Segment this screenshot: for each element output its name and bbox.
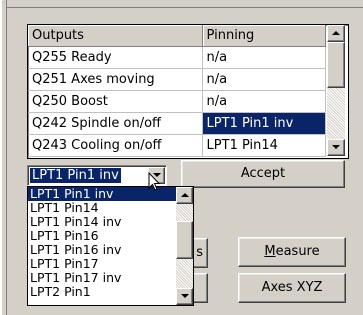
- dialog-window: Outputs Pinning Q255 Ready n/a Q251 Axes…: [0, 0, 363, 315]
- table-row[interactable]: Q243 Cooling on/off LPT1 Pin14: [28, 134, 327, 157]
- dropdown-scroll-up-button[interactable]: [176, 187, 193, 204]
- mouse-pointer-icon: [148, 172, 161, 191]
- table-row[interactable]: Q250 Boost n/a: [28, 90, 327, 113]
- pinning-dropdown-list[interactable]: LPT1 Pin1 inv LPT1 Pin14 LPT1 Pin14 inv …: [27, 186, 194, 306]
- cell-output[interactable]: Q243 Cooling on/off: [28, 134, 203, 157]
- cell-pinning[interactable]: n/a: [202, 46, 327, 69]
- left-edge: [0, 0, 2, 315]
- pinning-combo[interactable]: LPT1 Pin1 inv: [27, 165, 167, 186]
- table-scroll-down-button[interactable]: [327, 139, 345, 156]
- table-row[interactable]: Q251 Axes moving n/a: [28, 68, 327, 91]
- list-item[interactable]: LPT1 Pin1 inv: [28, 187, 193, 201]
- dropdown-scroll-thumb[interactable]: [176, 221, 193, 259]
- cell-pinning[interactable]: LPT1 Pin14: [202, 134, 327, 157]
- cell-output[interactable]: Q251 Axes moving: [28, 68, 203, 91]
- arrow-down-icon: [181, 294, 189, 298]
- header-pinning[interactable]: Pinning: [202, 25, 327, 47]
- accept-button[interactable]: Accept: [181, 160, 345, 188]
- table-row[interactable]: Q255 Ready n/a: [28, 46, 327, 69]
- list-item[interactable]: LPT1 Pin14 inv: [28, 215, 193, 229]
- list-item[interactable]: LPT2 Pin1: [28, 285, 193, 299]
- axes-xyz-label: Axes XYZ: [261, 280, 323, 295]
- list-item[interactable]: LPT1 Pin16: [28, 229, 193, 243]
- accept-label: Accept: [240, 166, 286, 181]
- arrow-up-icon: [332, 31, 340, 35]
- list-item[interactable]: LPT1 Pin17: [28, 257, 193, 271]
- arrow-down-icon: [332, 145, 340, 149]
- table-header: Outputs Pinning: [28, 25, 327, 47]
- axes-xyz-button[interactable]: Axes XYZ: [238, 273, 346, 303]
- list-item[interactable]: LPT1 Pin16 inv: [28, 243, 193, 257]
- table-scrollbar[interactable]: [327, 25, 345, 156]
- cell-output[interactable]: Q250 Boost: [28, 90, 203, 113]
- measure-button[interactable]: Measure: [238, 237, 346, 267]
- cell-pinning[interactable]: n/a: [202, 90, 327, 113]
- cell-output[interactable]: Q255 Ready: [28, 46, 203, 69]
- arrow-up-icon: [181, 193, 189, 197]
- combo-value: LPT1 Pin1 inv: [29, 167, 122, 184]
- table-row[interactable]: Q242 Spindle on/off LPT1 Pin1 inv: [28, 112, 327, 135]
- left-edge-shadow: [6, 0, 7, 315]
- measure-label: easure: [275, 244, 320, 259]
- header-outputs[interactable]: Outputs: [28, 25, 203, 47]
- dropdown-scroll-down-button[interactable]: [176, 288, 193, 305]
- cell-pinning[interactable]: n/a: [202, 68, 327, 91]
- table-scroll-thumb[interactable]: [327, 42, 345, 88]
- top-edge: [6, 7, 363, 8]
- measure-label-accel: M: [264, 244, 276, 259]
- table-scroll-up-button[interactable]: [327, 25, 345, 42]
- cell-pinning-selected[interactable]: LPT1 Pin1 inv: [202, 112, 327, 135]
- list-item[interactable]: LPT1 Pin17 inv: [28, 271, 193, 285]
- hidden-button-label: s: [196, 245, 203, 260]
- cell-output[interactable]: Q242 Spindle on/off: [28, 112, 203, 135]
- dropdown-scrollbar[interactable]: [176, 187, 193, 305]
- list-item[interactable]: LPT1 Pin14: [28, 201, 193, 215]
- outputs-table: Outputs Pinning Q255 Ready n/a Q251 Axes…: [28, 25, 327, 157]
